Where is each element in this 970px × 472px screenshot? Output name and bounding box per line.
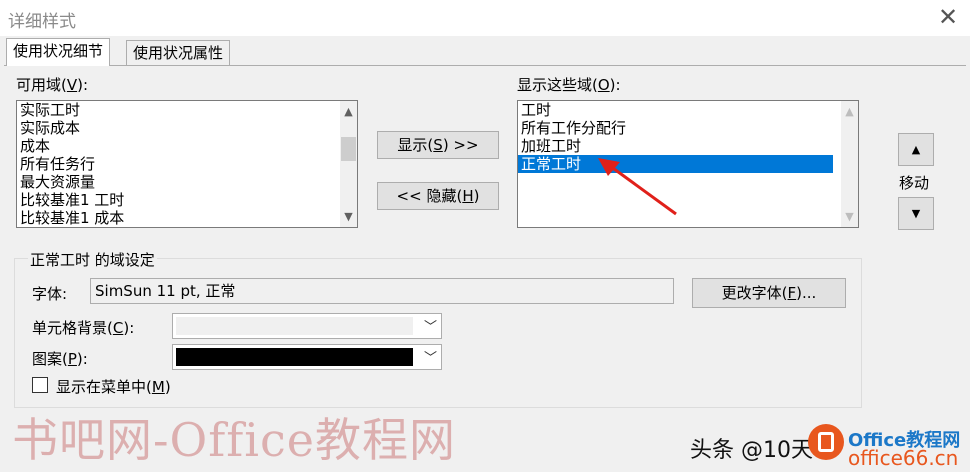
- triangle-up-icon: ▲: [911, 143, 921, 156]
- available-fields-list[interactable]: 实际工时 实际成本 成本 所有任务行 最大资源量 比较基准1 工时 比较基准1 …: [16, 100, 358, 228]
- list-item[interactable]: 成本: [17, 137, 357, 155]
- chevron-down-icon[interactable]: ﹀: [424, 347, 437, 366]
- group-title: 正常工时 的域设定: [28, 249, 157, 270]
- available-fields-label: 可用域(V):: [16, 76, 89, 94]
- hide-button[interactable]: << 隐藏(H): [377, 182, 499, 210]
- show-in-menu-checkbox[interactable]: [32, 377, 48, 393]
- watermark-text: 书吧网-Office教程网: [12, 413, 457, 467]
- shown-fields-scrollbar[interactable]: ▲ ▼: [841, 101, 858, 227]
- shown-fields-label: 显示这些域(O):: [517, 76, 621, 94]
- triangle-down-icon: ▼: [911, 207, 921, 220]
- pattern-select[interactable]: ﹀: [172, 344, 442, 370]
- cell-background-select[interactable]: ﹀: [172, 313, 442, 339]
- list-item[interactable]: 实际成本: [17, 119, 357, 137]
- attribution-text: 头条 @10天: [690, 438, 813, 463]
- close-icon[interactable]: ✕: [936, 5, 960, 29]
- pattern-label: 图案(P):: [32, 350, 88, 368]
- scroll-down-icon[interactable]: ▼: [340, 208, 357, 225]
- list-item[interactable]: 工时: [518, 101, 858, 119]
- office-logo-icon: [808, 424, 844, 460]
- move-label: 移动: [899, 174, 930, 192]
- scroll-down-icon[interactable]: ▼: [841, 208, 858, 225]
- site-url-text: office66.cn: [848, 446, 959, 470]
- scroll-up-icon[interactable]: ▲: [841, 103, 858, 120]
- list-item[interactable]: 比较基准1 工时: [17, 191, 357, 209]
- cell-background-label: 单元格背景(C):: [32, 319, 135, 337]
- tab-panel-border: [4, 65, 966, 66]
- chevron-down-icon[interactable]: ﹀: [424, 316, 437, 335]
- tab-usage-properties[interactable]: 使用状况属性: [126, 40, 231, 66]
- scroll-up-icon[interactable]: ▲: [340, 103, 357, 120]
- change-font-button[interactable]: 更改字体(F)...: [692, 278, 846, 308]
- shown-fields-list[interactable]: 工时 所有工作分配行 加班工时 正常工时 ▲ ▼: [517, 100, 859, 228]
- pattern-swatch: [176, 348, 413, 366]
- move-down-button[interactable]: ▼: [898, 197, 934, 230]
- annotation-arrow-icon: [598, 158, 677, 216]
- scrollbar-thumb[interactable]: [341, 137, 356, 161]
- show-in-menu-label: 显示在菜单中(M): [56, 378, 171, 396]
- list-item[interactable]: 所有工作分配行: [518, 119, 858, 137]
- font-value-field: SimSun 11 pt, 正常: [90, 278, 674, 304]
- tab-usage-details[interactable]: 使用状况细节: [6, 38, 111, 66]
- title-bar: [0, 0, 970, 36]
- list-item[interactable]: 最大资源量: [17, 173, 357, 191]
- move-up-button[interactable]: ▲: [898, 133, 934, 166]
- list-item[interactable]: 所有任务行: [17, 155, 357, 173]
- font-label: 字体:: [32, 285, 68, 303]
- cell-background-swatch: [176, 317, 413, 335]
- dialog-title: 详细样式: [8, 12, 76, 32]
- list-item[interactable]: 比较基准1 成本: [17, 209, 357, 227]
- available-fields-scrollbar[interactable]: ▲ ▼: [340, 101, 357, 227]
- list-item[interactable]: 加班工时: [518, 137, 858, 155]
- show-button[interactable]: 显示(S) >>: [377, 131, 499, 159]
- list-item[interactable]: 实际工时: [17, 101, 357, 119]
